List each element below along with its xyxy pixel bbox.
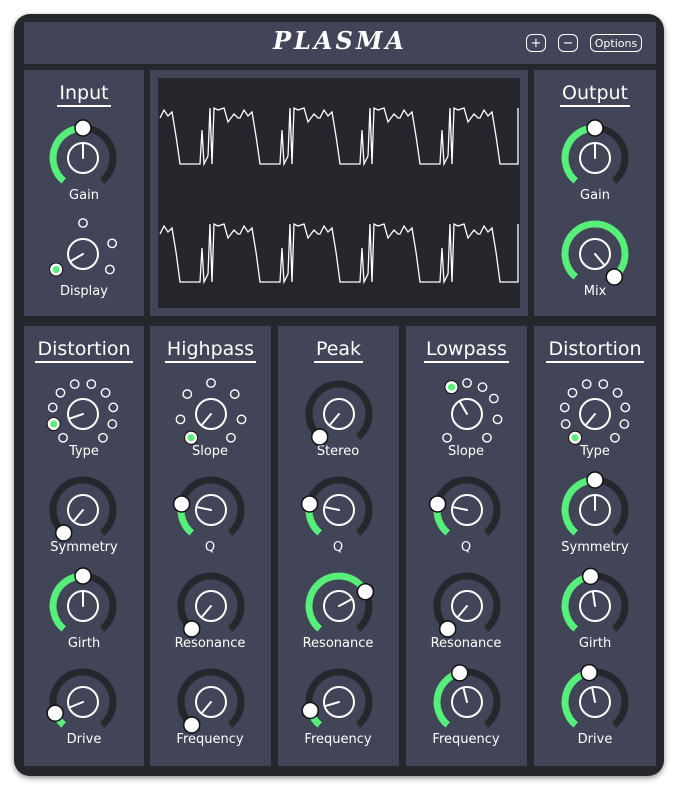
knob-thumb	[605, 268, 624, 286]
knob-thumb	[581, 567, 600, 586]
oscilloscope-panel	[150, 70, 528, 316]
step-selected-fill	[448, 383, 455, 391]
distortion-1-title: Distortion	[24, 338, 144, 363]
lowpass-title: Lowpass	[406, 338, 527, 363]
knob-thumb	[182, 620, 201, 638]
distortion-1-type-label: Type	[69, 444, 99, 459]
highpass-resonance-label: Resonance	[174, 636, 246, 651]
input-display-label: Display	[60, 284, 108, 299]
knob-thumb	[428, 495, 447, 513]
input-panel: Input Gain Display	[24, 70, 144, 316]
knob-thumb	[54, 524, 73, 542]
highpass-title: Highpass	[150, 338, 271, 363]
peak-title: Peak	[278, 338, 399, 363]
distortion-1-symmetry-label: Symmetry	[50, 540, 118, 555]
knob-thumb	[300, 495, 319, 513]
distortion-2-title: Distortion	[534, 338, 656, 363]
options-button[interactable]: Options	[590, 34, 642, 52]
lowpass-slope-label: Slope	[447, 444, 485, 459]
step-selected-fill	[187, 434, 195, 442]
knob-thumb	[46, 704, 64, 722]
waveform-right	[159, 222, 519, 285]
distortion-2-symmetry-label: Symmetry	[561, 540, 629, 555]
output-gain-label: Gain	[580, 188, 610, 203]
distortion-1-girth-label: Girth	[67, 636, 101, 651]
knob-thumb	[450, 664, 469, 682]
peak-resonance-label: Resonance	[302, 636, 374, 651]
output-panel: Output Gain Mix	[534, 70, 656, 316]
step-selected-fill	[571, 434, 579, 442]
decrease-size-button[interactable]: −	[558, 34, 578, 52]
step-selected-fill	[52, 266, 60, 273]
peak-q-label: Q	[332, 540, 344, 555]
peak-frequency-label: Frequency	[304, 732, 372, 747]
highpass-panel: Highpass Slope Q Resonance Frequency	[150, 326, 271, 766]
step-selected-fill	[50, 420, 58, 428]
input-title: Input	[24, 82, 144, 107]
knob-thumb	[301, 701, 319, 720]
distortion-1-drive-label: Drive	[66, 732, 102, 747]
knob-thumb	[438, 620, 457, 638]
output-mix-label: Mix	[583, 284, 607, 299]
knob-thumb	[182, 716, 201, 734]
knob-thumb	[586, 119, 604, 137]
peak-stereo-label: Stereo	[316, 444, 360, 459]
distortion-panel-1: Distortion Type Symmetry Girth Drive	[24, 326, 144, 766]
peak-panel: Peak Stereo Q Resonance Frequency	[278, 326, 399, 766]
lowpass-q-label: Q	[460, 540, 472, 555]
lowpass-frequency-label: Frequency	[432, 732, 500, 747]
distortion-2-drive-label: Drive	[577, 732, 613, 747]
knob-thumb	[310, 428, 329, 446]
highpass-frequency-label: Frequency	[176, 732, 244, 747]
oscilloscope-display	[158, 78, 520, 308]
distortion-2-type-label: Type	[580, 444, 610, 459]
knob-thumb	[74, 567, 92, 585]
increase-size-button[interactable]: +	[526, 34, 546, 52]
distortion-2-girth-label: Girth	[578, 636, 612, 651]
header-bar: PLASMA + − Options	[24, 22, 656, 64]
output-title: Output	[534, 82, 656, 107]
knob-thumb	[172, 495, 191, 513]
input-gain-label: Gain	[69, 188, 99, 203]
highpass-slope-label: Slope	[191, 444, 229, 459]
knob-thumb	[356, 582, 375, 601]
knob-thumb	[74, 119, 92, 137]
waveform-left	[159, 106, 519, 167]
knob-thumb	[586, 471, 604, 489]
highpass-q-label: Q	[204, 540, 216, 555]
lowpass-resonance-label: Resonance	[430, 636, 502, 651]
knob-thumb	[580, 663, 598, 682]
